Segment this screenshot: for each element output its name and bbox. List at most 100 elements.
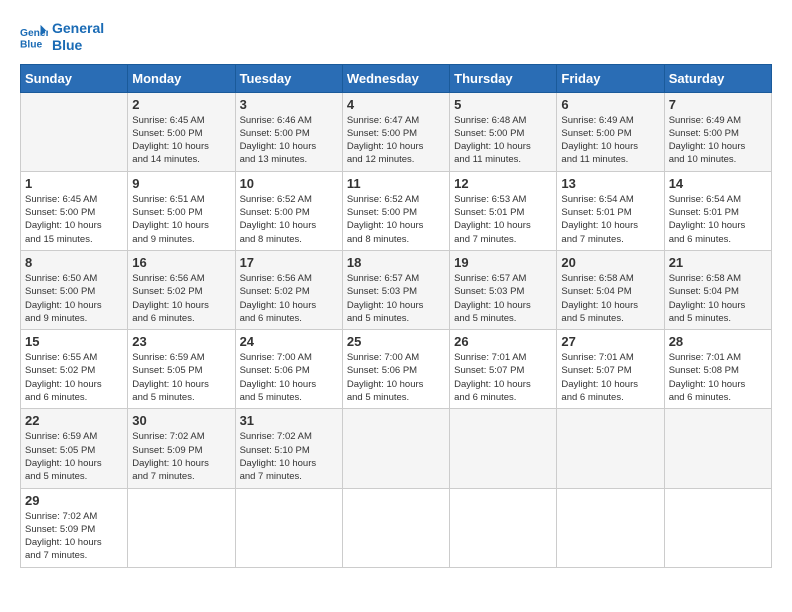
calendar-week-row: 1 Sunrise: 6:45 AM Sunset: 5:00 PM Daylig… xyxy=(21,171,772,250)
day-number: 23 xyxy=(132,334,230,349)
calendar-cell xyxy=(664,409,771,488)
day-number: 8 xyxy=(25,255,123,270)
calendar-cell: 7Sunrise: 6:49 AM Sunset: 5:00 PM Daylig… xyxy=(664,92,771,171)
day-number: 5 xyxy=(454,97,552,112)
calendar-cell xyxy=(557,488,664,567)
day-info: Sunrise: 6:53 AM Sunset: 5:01 PM Dayligh… xyxy=(454,193,552,246)
column-header-sunday: Sunday xyxy=(21,64,128,92)
calendar-cell xyxy=(235,488,342,567)
day-info: Sunrise: 6:58 AM Sunset: 5:04 PM Dayligh… xyxy=(561,272,659,325)
day-number: 17 xyxy=(240,255,338,270)
day-number: 30 xyxy=(132,413,230,428)
calendar-week-row: 8Sunrise: 6:50 AM Sunset: 5:00 PM Daylig… xyxy=(21,250,772,329)
column-header-thursday: Thursday xyxy=(450,64,557,92)
day-info: Sunrise: 7:02 AM Sunset: 5:09 PM Dayligh… xyxy=(132,430,230,483)
day-number: 4 xyxy=(347,97,445,112)
calendar-cell: 8Sunrise: 6:50 AM Sunset: 5:00 PM Daylig… xyxy=(21,250,128,329)
svg-text:Blue: Blue xyxy=(20,39,43,50)
calendar-cell: 20 Sunrise: 6:58 AM Sunset: 5:04 PM Dayli… xyxy=(557,250,664,329)
calendar-cell: 26Sunrise: 7:01 AM Sunset: 5:07 PM Dayli… xyxy=(450,330,557,409)
calendar-cell: 16 Sunrise: 6:56 AM Sunset: 5:02 PM Dayli… xyxy=(128,250,235,329)
day-number: 25 xyxy=(347,334,445,349)
calendar-cell: 27 Sunrise: 7:01 AM Sunset: 5:07 PM Dayli… xyxy=(557,330,664,409)
calendar-cell xyxy=(21,92,128,171)
day-info: Sunrise: 6:48 AM Sunset: 5:00 PM Dayligh… xyxy=(454,114,552,167)
day-info: Sunrise: 6:56 AM Sunset: 5:02 PM Dayligh… xyxy=(132,272,230,325)
day-info: Sunrise: 7:02 AM Sunset: 5:10 PM Dayligh… xyxy=(240,430,338,483)
day-info: Sunrise: 6:56 AM Sunset: 5:02 PM Dayligh… xyxy=(240,272,338,325)
day-info: Sunrise: 6:52 AM Sunset: 5:00 PM Dayligh… xyxy=(347,193,445,246)
calendar-cell xyxy=(450,409,557,488)
day-info: Sunrise: 6:57 AM Sunset: 5:03 PM Dayligh… xyxy=(454,272,552,325)
column-header-wednesday: Wednesday xyxy=(342,64,449,92)
column-header-friday: Friday xyxy=(557,64,664,92)
calendar-cell: 31 Sunrise: 7:02 AM Sunset: 5:10 PM Dayli… xyxy=(235,409,342,488)
day-number: 7 xyxy=(669,97,767,112)
calendar-cell: 13 Sunrise: 6:54 AM Sunset: 5:01 PM Dayli… xyxy=(557,171,664,250)
calendar-cell: 23Sunrise: 6:59 AM Sunset: 5:05 PM Dayli… xyxy=(128,330,235,409)
calendar-cell: 9 Sunrise: 6:51 AM Sunset: 5:00 PM Daylig… xyxy=(128,171,235,250)
day-number: 18 xyxy=(347,255,445,270)
day-number: 1 xyxy=(25,176,123,191)
day-number: 24 xyxy=(240,334,338,349)
calendar-cell: 14 Sunrise: 6:54 AM Sunset: 5:01 PM Dayli… xyxy=(664,171,771,250)
day-number: 27 xyxy=(561,334,659,349)
day-info: Sunrise: 6:54 AM Sunset: 5:01 PM Dayligh… xyxy=(669,193,767,246)
calendar-cell xyxy=(450,488,557,567)
calendar-cell xyxy=(557,409,664,488)
day-number: 11 xyxy=(347,176,445,191)
calendar-cell: 12Sunrise: 6:53 AM Sunset: 5:01 PM Dayli… xyxy=(450,171,557,250)
day-number: 9 xyxy=(132,176,230,191)
day-number: 3 xyxy=(240,97,338,112)
calendar-week-row: 22Sunrise: 6:59 AM Sunset: 5:05 PM Dayli… xyxy=(21,409,772,488)
calendar-cell: 22Sunrise: 6:59 AM Sunset: 5:05 PM Dayli… xyxy=(21,409,128,488)
calendar-cell: 5 Sunrise: 6:48 AM Sunset: 5:00 PM Daylig… xyxy=(450,92,557,171)
calendar-week-row: 2Sunrise: 6:45 AM Sunset: 5:00 PM Daylig… xyxy=(21,92,772,171)
day-info: Sunrise: 7:01 AM Sunset: 5:07 PM Dayligh… xyxy=(561,351,659,404)
day-info: Sunrise: 7:00 AM Sunset: 5:06 PM Dayligh… xyxy=(240,351,338,404)
day-info: Sunrise: 6:52 AM Sunset: 5:00 PM Dayligh… xyxy=(240,193,338,246)
calendar-cell xyxy=(128,488,235,567)
day-info: Sunrise: 6:49 AM Sunset: 5:00 PM Dayligh… xyxy=(561,114,659,167)
calendar-cell: 21 Sunrise: 6:58 AM Sunset: 5:04 PM Dayli… xyxy=(664,250,771,329)
day-number: 16 xyxy=(132,255,230,270)
day-info: Sunrise: 6:46 AM Sunset: 5:00 PM Dayligh… xyxy=(240,114,338,167)
day-info: Sunrise: 7:02 AM Sunset: 5:09 PM Dayligh… xyxy=(25,510,123,563)
day-number: 31 xyxy=(240,413,338,428)
day-info: Sunrise: 6:47 AM Sunset: 5:00 PM Dayligh… xyxy=(347,114,445,167)
day-info: Sunrise: 6:58 AM Sunset: 5:04 PM Dayligh… xyxy=(669,272,767,325)
calendar-cell: 2Sunrise: 6:45 AM Sunset: 5:00 PM Daylig… xyxy=(128,92,235,171)
calendar-cell: 25 Sunrise: 7:00 AM Sunset: 5:06 PM Dayli… xyxy=(342,330,449,409)
calendar-cell: 6 Sunrise: 6:49 AM Sunset: 5:00 PM Daylig… xyxy=(557,92,664,171)
column-header-saturday: Saturday xyxy=(664,64,771,92)
day-number: 20 xyxy=(561,255,659,270)
day-number: 21 xyxy=(669,255,767,270)
day-info: Sunrise: 7:00 AM Sunset: 5:06 PM Dayligh… xyxy=(347,351,445,404)
day-number: 13 xyxy=(561,176,659,191)
day-info: Sunrise: 6:54 AM Sunset: 5:01 PM Dayligh… xyxy=(561,193,659,246)
day-info: Sunrise: 7:01 AM Sunset: 5:08 PM Dayligh… xyxy=(669,351,767,404)
day-number: 14 xyxy=(669,176,767,191)
calendar-cell xyxy=(342,409,449,488)
day-info: Sunrise: 6:51 AM Sunset: 5:00 PM Dayligh… xyxy=(132,193,230,246)
calendar-cell: 19Sunrise: 6:57 AM Sunset: 5:03 PM Dayli… xyxy=(450,250,557,329)
day-info: Sunrise: 6:45 AM Sunset: 5:00 PM Dayligh… xyxy=(25,193,123,246)
day-info: Sunrise: 6:57 AM Sunset: 5:03 PM Dayligh… xyxy=(347,272,445,325)
calendar-cell: 1 Sunrise: 6:45 AM Sunset: 5:00 PM Daylig… xyxy=(21,171,128,250)
column-header-tuesday: Tuesday xyxy=(235,64,342,92)
day-number: 2 xyxy=(132,97,230,112)
day-info: Sunrise: 7:01 AM Sunset: 5:07 PM Dayligh… xyxy=(454,351,552,404)
day-number: 29 xyxy=(25,493,123,508)
day-number: 6 xyxy=(561,97,659,112)
calendar-cell: 10Sunrise: 6:52 AM Sunset: 5:00 PM Dayli… xyxy=(235,171,342,250)
calendar-cell: 17 Sunrise: 6:56 AM Sunset: 5:02 PM Dayli… xyxy=(235,250,342,329)
calendar-cell: 29 Sunrise: 7:02 AM Sunset: 5:09 PM Dayli… xyxy=(21,488,128,567)
calendar-cell: 15Sunrise: 6:55 AM Sunset: 5:02 PM Dayli… xyxy=(21,330,128,409)
calendar-header-row: SundayMondayTuesdayWednesdayThursdayFrid… xyxy=(21,64,772,92)
calendar-week-row: 15Sunrise: 6:55 AM Sunset: 5:02 PM Dayli… xyxy=(21,330,772,409)
page-header: General Blue General Blue xyxy=(20,20,772,54)
calendar-cell: 3 Sunrise: 6:46 AM Sunset: 5:00 PM Daylig… xyxy=(235,92,342,171)
calendar-cell: 28Sunrise: 7:01 AM Sunset: 5:08 PM Dayli… xyxy=(664,330,771,409)
calendar-cell: 30 Sunrise: 7:02 AM Sunset: 5:09 PM Dayli… xyxy=(128,409,235,488)
calendar-week-row: 29 Sunrise: 7:02 AM Sunset: 5:09 PM Dayli… xyxy=(21,488,772,567)
